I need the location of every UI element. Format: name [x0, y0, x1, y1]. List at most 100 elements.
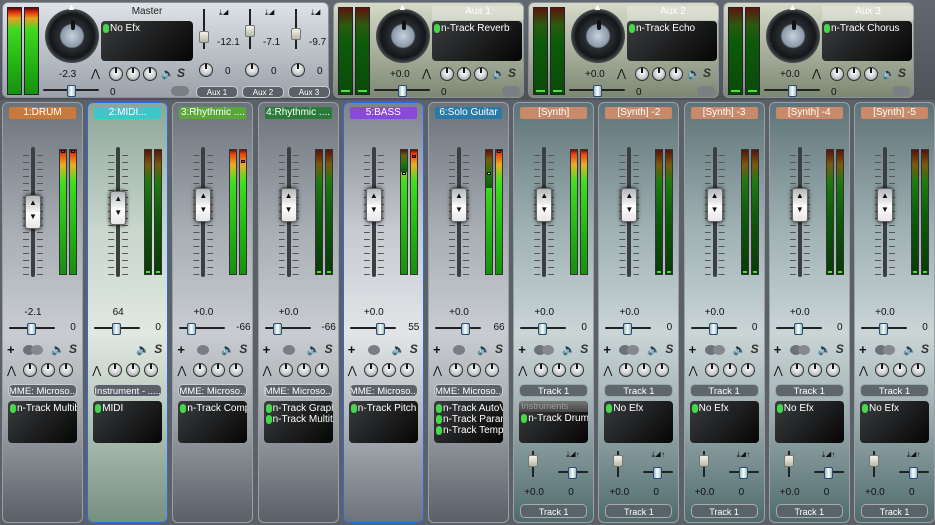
solo-button[interactable]: S: [751, 343, 759, 355]
eq-high-knob[interactable]: [669, 67, 683, 81]
instrument-send-pan-slider[interactable]: [899, 467, 929, 479]
pre-post-icon[interactable]: ⤓◢: [265, 7, 275, 19]
mute-speaker-icon[interactable]: 🔈: [562, 344, 576, 356]
eq-low-knob[interactable]: [363, 363, 378, 377]
track-name-label[interactable]: [Synth]: [520, 107, 588, 119]
aux2-pan-knob[interactable]: [245, 63, 259, 77]
eq-mid-knob[interactable]: [41, 363, 55, 377]
mono-stereo-icon[interactable]: [367, 345, 380, 355]
device-button[interactable]: Track 1: [689, 384, 759, 397]
fx-enabled-led-icon[interactable]: [521, 414, 528, 423]
eq-low-knob[interactable]: [440, 67, 454, 81]
instrument-output-button[interactable]: Track 1: [605, 504, 673, 518]
mono-stereo-icon[interactable]: [534, 345, 556, 355]
mute-speaker-icon[interactable]: 🔈: [51, 344, 65, 356]
mute-speaker-icon[interactable]: 🔈: [307, 344, 321, 356]
add-icon[interactable]: +: [7, 343, 15, 356]
eq-icon[interactable]: ⋀: [518, 365, 527, 377]
fx-enabled-led-icon[interactable]: [434, 24, 440, 33]
aux2-volume-knob[interactable]: [571, 2, 625, 63]
fader-cap[interactable]: ▲ ▼: [791, 188, 808, 222]
fx-enabled-led-icon[interactable]: [95, 404, 102, 413]
eq-high-knob[interactable]: [143, 67, 157, 81]
fx-item[interactable]: n-Track Echo: [629, 23, 715, 34]
pan-slider[interactable]: [605, 323, 652, 335]
mute-speaker-icon[interactable]: 🔈: [477, 344, 491, 356]
device-button[interactable]: Track 1: [604, 384, 674, 397]
device-button[interactable]: Track 1: [519, 384, 589, 397]
aux3-pan-slider[interactable]: [764, 85, 820, 97]
solo-button[interactable]: S: [495, 343, 503, 355]
fx-enabled-led-icon[interactable]: [436, 426, 442, 435]
solo-button[interactable]: S: [69, 343, 77, 355]
eq-icon[interactable]: ⋀: [92, 365, 101, 377]
eq-mid-knob[interactable]: [126, 67, 140, 81]
fx-box[interactable]: No Efx: [774, 401, 844, 443]
solo-button[interactable]: S: [154, 343, 162, 355]
solo-button[interactable]: S: [703, 67, 711, 79]
fader-cap[interactable]: ▲ ▼: [877, 188, 893, 222]
device-button[interactable]: MME: Microso...: [263, 384, 333, 397]
fx-item[interactable]: n-Track Multiba: [10, 403, 77, 414]
fader-cap[interactable]: ▲ ▼: [195, 188, 212, 222]
volume-fader[interactable]: ▲ ▼: [277, 147, 301, 277]
mono-stereo-icon[interactable]: [282, 345, 295, 355]
fx-item[interactable]: No Efx: [862, 403, 927, 414]
eq-icon[interactable]: ⋀: [433, 365, 442, 377]
eq-icon[interactable]: ⋀: [177, 365, 186, 377]
add-icon[interactable]: +: [177, 343, 185, 356]
pre-post-icon[interactable]: ⤓◢↑: [651, 449, 665, 461]
fx-item[interactable]: No Efx: [103, 23, 191, 34]
mono-stereo-icon[interactable]: [23, 345, 45, 355]
instrument-send-fader[interactable]: [698, 451, 709, 477]
volume-fader[interactable]: ▲ ▼: [873, 147, 897, 277]
eq-high-knob[interactable]: [740, 363, 755, 377]
fx-box[interactable]: n-Track Pitch S: [348, 401, 418, 443]
add-icon[interactable]: +: [518, 343, 526, 356]
pan-slider[interactable]: [435, 323, 481, 335]
volume-fader[interactable]: ▲ ▼: [362, 147, 386, 277]
fx-enabled-led-icon[interactable]: [691, 404, 698, 413]
aux3-button[interactable]: Aux 3: [288, 86, 330, 98]
instrument-send-pan-slider[interactable]: [643, 467, 674, 479]
eq-low-knob[interactable]: [534, 363, 549, 377]
fx-box[interactable]: No Efx: [860, 401, 929, 443]
eq-icon[interactable]: ⋀: [617, 68, 626, 80]
track-name-label[interactable]: [Synth] -3: [690, 107, 758, 119]
device-button[interactable]: Track 1: [860, 384, 929, 397]
eq-mid-knob[interactable]: [457, 67, 471, 81]
fx-item[interactable]: n-Track Param: [436, 414, 503, 425]
fx-item[interactable]: n-Track Pitch S: [350, 403, 418, 414]
mono-stereo-icon[interactable]: [789, 345, 812, 355]
eq-mid-knob[interactable]: [552, 363, 567, 377]
track-name-label[interactable]: 5:BASS: [349, 107, 417, 119]
fx-box[interactable]: No Efx: [689, 401, 759, 443]
aux3-send-fader[interactable]: [291, 9, 301, 49]
fx-enabled-led-icon[interactable]: [265, 404, 272, 413]
volume-fader[interactable]: ▲ ▼: [447, 147, 471, 277]
device-button[interactable]: MME: Microso...: [178, 384, 248, 397]
master-fx-box[interactable]: No Efx: [101, 21, 193, 61]
eq-high-knob[interactable]: [655, 363, 670, 377]
eq-icon[interactable]: ⋀: [603, 365, 612, 377]
eq-mid-knob[interactable]: [467, 363, 481, 377]
eq-mid-knob[interactable]: [381, 363, 396, 377]
mute-speaker-icon[interactable]: 🔈: [687, 68, 701, 80]
eq-low-knob[interactable]: [830, 67, 844, 81]
mute-speaker-icon[interactable]: 🔈: [392, 344, 406, 356]
mono-stereo-icon[interactable]: [704, 345, 727, 355]
fx-item[interactable]: MIDI: [95, 403, 160, 414]
fader-cap[interactable]: ▲ ▼: [621, 188, 638, 222]
volume-fader[interactable]: ▲ ▼: [788, 147, 812, 277]
eq-high-knob[interactable]: [59, 363, 73, 377]
pan-slider[interactable]: [861, 323, 907, 335]
eq-high-knob[interactable]: [229, 363, 244, 377]
pre-post-icon[interactable]: ⤓◢↑: [737, 449, 751, 461]
fader-cap[interactable]: ▲ ▼: [110, 191, 127, 225]
pre-post-icon[interactable]: ⤓◢↑: [822, 449, 836, 461]
mute-speaker-icon[interactable]: 🔈: [647, 344, 661, 356]
fader-cap[interactable]: [528, 455, 539, 467]
solo-button[interactable]: S: [410, 343, 418, 355]
eq-icon[interactable]: ⋀: [7, 365, 16, 377]
eq-mid-knob[interactable]: [807, 363, 822, 377]
